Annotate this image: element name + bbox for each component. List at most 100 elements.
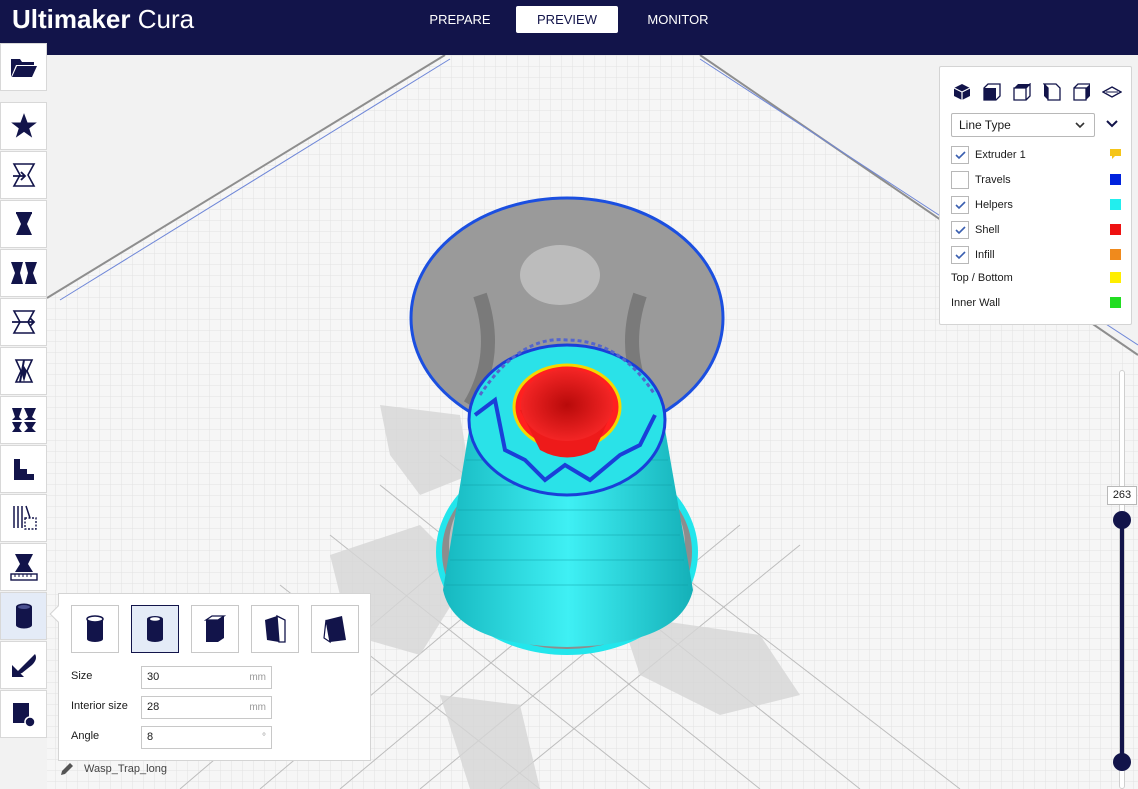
tab-monitor[interactable]: MONITOR: [620, 6, 736, 33]
view-top-button[interactable]: [1012, 82, 1032, 102]
size-value: 30: [147, 671, 160, 683]
tube-shape-icon: [147, 616, 163, 642]
check-icon: [955, 151, 966, 160]
paint-tool-button[interactable]: [0, 641, 47, 689]
mirror-tool-icon: [11, 310, 35, 334]
angle-field-row: Angle 8 °: [71, 726, 361, 750]
view-3d-button[interactable]: [952, 82, 972, 102]
extruder-color-swatch: [1110, 149, 1121, 159]
layer-slider-upper-handle[interactable]: [1113, 511, 1131, 529]
helpers-checkbox[interactable]: [951, 196, 969, 214]
tab-preview[interactable]: PREVIEW: [516, 6, 618, 33]
color-scheme-dropdown[interactable]: Line Type: [951, 113, 1095, 137]
helpers-color-swatch: [1110, 199, 1121, 210]
shape-tool-button[interactable]: [0, 690, 47, 738]
inner-wall-color-swatch: [1110, 297, 1121, 308]
size-field-row: Size 30 mm: [71, 666, 361, 690]
support-blocker-button[interactable]: [0, 592, 47, 640]
app-logo: Ultimaker Cura: [12, 4, 194, 34]
staircase-icon: [13, 459, 34, 480]
rotate-tool-button[interactable]: [0, 249, 47, 297]
interior-size-label: Interior size: [71, 700, 128, 712]
view-front-button[interactable]: [982, 82, 1002, 102]
layer-slider[interactable]: 263: [1107, 370, 1138, 789]
shell-color-swatch: [1110, 224, 1121, 235]
object-name: Wasp_Trap_long: [84, 763, 167, 775]
per-model-settings-button[interactable]: [0, 347, 47, 395]
cube-shape-icon: [204, 615, 226, 642]
brand-name-bold: Ultimaker: [12, 4, 131, 34]
legend-label: Extruder 1: [975, 149, 1026, 161]
brand-name-light: Cura: [137, 4, 195, 34]
chevron-down-icon: [1075, 122, 1085, 129]
shape-cube-button[interactable]: [191, 605, 239, 653]
infill-mesh-button[interactable]: [0, 494, 47, 542]
angle-input[interactable]: 8 °: [141, 726, 272, 749]
open-file-button[interactable]: [0, 43, 47, 91]
star-icon: [10, 113, 37, 138]
extruder-1-checkbox[interactable]: [951, 146, 969, 164]
mirror-tool-button[interactable]: [0, 298, 47, 346]
size-label: Size: [71, 670, 93, 682]
check-icon: [955, 201, 966, 210]
shape-wedge-button[interactable]: [251, 605, 299, 653]
view-right-button[interactable]: [1072, 82, 1092, 102]
translate-tool-icon: [12, 163, 35, 187]
support-eraser-button[interactable]: [0, 396, 47, 444]
layer-slider-lower-handle[interactable]: [1113, 753, 1131, 771]
measure-tool-button[interactable]: [0, 543, 47, 591]
legend-label: Top / Bottom: [951, 272, 1013, 284]
shell-checkbox[interactable]: [951, 221, 969, 239]
size-unit: mm: [249, 672, 266, 683]
layflat-view-icon: [1102, 86, 1122, 98]
marketplace-button[interactable]: [0, 102, 47, 150]
travels-checkbox[interactable]: [951, 171, 969, 189]
view-settings-panel: Line Type Extruder 1 Travels Helpers She…: [939, 66, 1132, 325]
shape-tilted-button[interactable]: [311, 605, 359, 653]
stage-tabs: PREPARE PREVIEW MONITOR: [410, 6, 736, 33]
support-blocker-panel: Size 30 mm Interior size 28 mm Angle 8 °: [49, 593, 371, 761]
cylinder-shape-icon: [86, 615, 104, 642]
shape-tube-button[interactable]: [131, 605, 179, 653]
support-blocker-icon: [15, 603, 32, 629]
wedge-shape-icon: [265, 614, 286, 643]
tab-prepare[interactable]: PREPARE: [410, 6, 510, 33]
view-left-button[interactable]: [1042, 82, 1062, 102]
legend-item-helpers: Helpers: [951, 195, 1121, 215]
app-header: Ultimaker Cura PREPARE PREVIEW MONITOR: [0, 0, 1138, 55]
shape-cylinder-button[interactable]: [71, 605, 119, 653]
pencil-icon: [61, 763, 73, 775]
infill-mesh-icon: [12, 505, 37, 530]
size-input[interactable]: 30 mm: [141, 666, 272, 689]
interior-size-value: 28: [147, 701, 160, 713]
scale-tool-icon: [15, 212, 32, 235]
rotate-tool-icon: [10, 262, 37, 284]
interior-size-input[interactable]: 28 mm: [141, 696, 272, 719]
legend-item-travels: Travels: [951, 170, 1121, 190]
shape-tool-icon: [12, 703, 36, 728]
left-view-icon: [1043, 83, 1061, 101]
check-icon: [955, 226, 966, 235]
angle-label: Angle: [71, 730, 100, 742]
stair-tool-button[interactable]: [0, 445, 47, 493]
legend-item-infill: Infill: [951, 245, 1121, 265]
legend-item-extruder-1: Extruder 1: [951, 145, 1121, 165]
front-view-icon: [983, 83, 1001, 101]
infill-checkbox[interactable]: [951, 246, 969, 264]
per-model-settings-icon: [14, 359, 33, 383]
move-tool-button[interactable]: [0, 151, 47, 199]
view-layflat-button[interactable]: [1102, 82, 1122, 102]
legend-item-inner-wall: Inner Wall: [951, 293, 1121, 313]
collapse-panel-button[interactable]: [1105, 117, 1121, 133]
top-view-icon: [1013, 83, 1031, 101]
interior-size-field-row: Interior size 28 mm: [71, 696, 361, 720]
scale-tool-button[interactable]: [0, 200, 47, 248]
legend-label: Infill: [975, 249, 995, 261]
legend-label: Shell: [975, 224, 1000, 236]
interior-size-unit: mm: [249, 702, 266, 713]
3d-view-icon: [953, 84, 971, 100]
top-bottom-color-swatch: [1110, 272, 1121, 283]
legend-label: Inner Wall: [951, 297, 1001, 309]
layer-number-input[interactable]: 263: [1107, 486, 1137, 505]
paint-tool-icon: [11, 654, 36, 677]
